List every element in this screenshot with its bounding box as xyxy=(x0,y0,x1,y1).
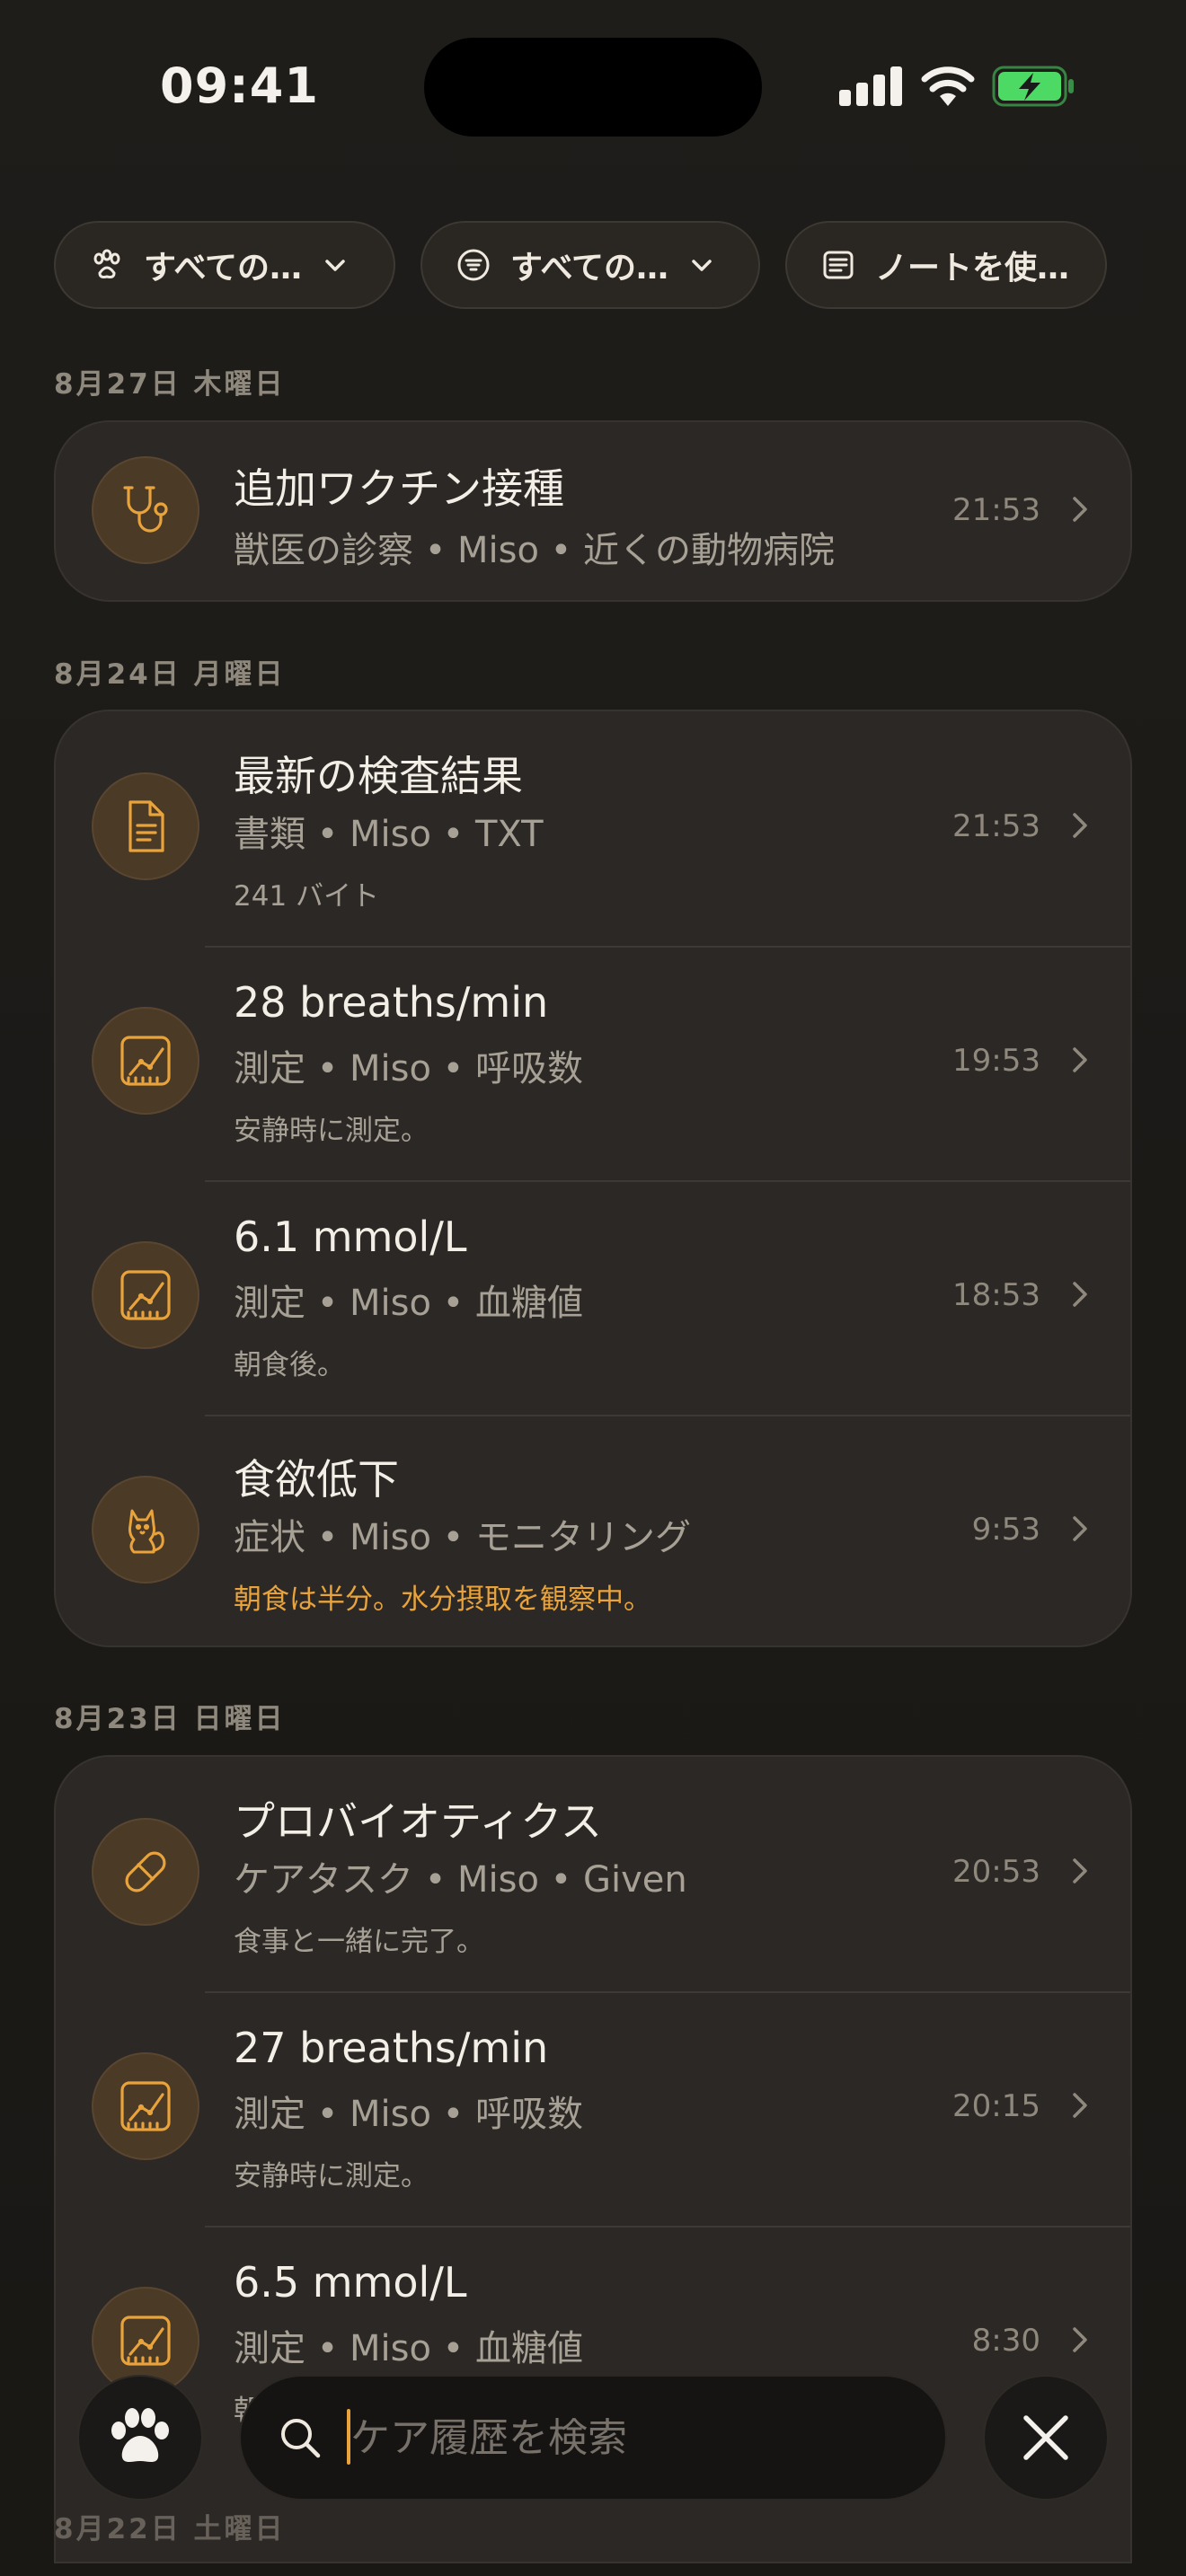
entry-title: プロバイオティクス xyxy=(234,1797,602,1846)
entry-note: 朝食は半分。水分摂取を観察中。 xyxy=(234,1584,651,1616)
chart-icon xyxy=(92,1241,199,1349)
chevron-right-icon xyxy=(1073,2093,1087,2118)
chevron-right-icon xyxy=(1073,1516,1087,1541)
list-item[interactable]: 食欲低下 症状 • Miso • モニタリング 朝食は半分。水分摂取を観察中。 … xyxy=(56,1415,1130,1645)
search-icon xyxy=(281,2419,321,2458)
close-search-button[interactable] xyxy=(983,2375,1109,2501)
entry-time: 21:53 xyxy=(952,492,1040,528)
entry-subtitle: ケアタスク • Miso • Given xyxy=(234,1859,687,1901)
section-date: 8月22日 土曜日 xyxy=(54,2513,286,2545)
entry-subtitle: 測定 • Miso • 血糖値 xyxy=(234,1283,583,1324)
filter-chip-notes[interactable]: ノートを使… xyxy=(785,221,1107,309)
entry-title: 追加ワクチン接種 xyxy=(234,464,564,513)
cat-icon xyxy=(92,1476,199,1584)
entry-time: 8:30 xyxy=(971,2323,1040,2359)
entry-subtitle: 測定 • Miso • 呼吸数 xyxy=(234,1048,583,1090)
status-time: 09:41 xyxy=(160,57,319,114)
entry-title: 6.1 mmol/L xyxy=(234,1213,467,1261)
chart-icon xyxy=(92,1007,199,1115)
filter-chip-label: ノートを使… xyxy=(875,250,1070,287)
document-icon xyxy=(92,772,199,880)
cellular-signal-icon xyxy=(839,65,902,106)
row-divider xyxy=(205,946,1130,948)
chevron-right-icon xyxy=(1073,497,1087,522)
entry-note: 朝食後。 xyxy=(234,1349,345,1381)
section-date: 8月23日 日曜日 xyxy=(54,1703,286,1735)
search-input[interactable] xyxy=(349,2413,927,2462)
search-bar[interactable] xyxy=(239,2375,947,2501)
stethoscope-icon xyxy=(92,456,199,564)
close-icon xyxy=(1023,2415,1068,2460)
pill-icon xyxy=(92,1818,199,1926)
entry-title: 最新の検査結果 xyxy=(234,752,523,800)
chevron-down-icon xyxy=(325,260,345,271)
chevron-down-icon xyxy=(692,260,712,271)
status-bar: 09:41 xyxy=(0,0,1186,171)
entries-card: 追加ワクチン接種 獣医の診察 • Miso • 近くの動物病院 21:53 xyxy=(54,420,1132,602)
entry-time: 20:15 xyxy=(952,2088,1040,2124)
row-divider xyxy=(205,2226,1130,2228)
filter-icon xyxy=(456,248,491,282)
paw-icon xyxy=(90,248,124,282)
entry-subtitle: 症状 • Miso • モニタリング xyxy=(234,1517,691,1558)
section-date: 8月27日 木曜日 xyxy=(54,368,286,401)
entry-title: 27 breaths/min xyxy=(234,2024,549,2072)
dynamic-island xyxy=(424,38,762,137)
entry-note: 食事と一緒に完了。 xyxy=(234,1926,484,1958)
entry-time: 19:53 xyxy=(952,1043,1040,1079)
entry-subtitle: 測定 • Miso • 呼吸数 xyxy=(234,2094,583,2135)
entry-title: 6.5 mmol/L xyxy=(234,2258,467,2307)
row-divider xyxy=(205,1180,1130,1182)
entry-subtitle: 書類 • Miso • TXT xyxy=(234,814,544,855)
chevron-right-icon xyxy=(1073,813,1087,838)
entry-time: 18:53 xyxy=(952,1277,1040,1313)
list-item[interactable]: 追加ワクチン接種 獣医の診察 • Miso • 近くの動物病院 21:53 xyxy=(56,422,1130,600)
row-divider xyxy=(205,1415,1130,1416)
filter-chip-label: すべての… xyxy=(510,250,669,287)
entry-title: 食欲低下 xyxy=(234,1455,399,1504)
list-item[interactable]: 最新の検査結果 書類 • Miso • TXT 241 バイト 21:53 xyxy=(56,711,1130,946)
entry-note: 安静時に測定。 xyxy=(234,2160,429,2192)
pet-switcher-button[interactable] xyxy=(77,2375,203,2501)
section-date: 8月24日 月曜日 xyxy=(54,658,286,691)
text-cursor xyxy=(347,2409,350,2465)
chart-icon xyxy=(92,2052,199,2160)
battery-charging-icon xyxy=(992,66,1074,107)
list-item[interactable]: 27 breaths/min 測定 • Miso • 呼吸数 安静時に測定。 2… xyxy=(56,1991,1130,2226)
filter-chip-pets[interactable]: すべての… xyxy=(54,221,395,309)
row-divider xyxy=(205,1991,1130,1993)
entry-note: 241 バイト xyxy=(234,880,380,913)
entry-title: 28 breaths/min xyxy=(234,978,549,1027)
paw-icon xyxy=(111,2408,169,2462)
note-icon xyxy=(821,248,855,282)
list-item[interactable]: プロバイオティクス ケアタスク • Miso • Given 食事と一緒に完了。… xyxy=(56,1757,1130,1991)
list-item[interactable]: 6.1 mmol/L 測定 • Miso • 血糖値 朝食後。 18:53 xyxy=(56,1180,1130,1415)
entry-time: 20:53 xyxy=(952,1854,1040,1890)
filter-chip-type[interactable]: すべての… xyxy=(420,221,760,309)
filter-chip-label: すべての… xyxy=(144,250,303,287)
chevron-right-icon xyxy=(1073,1282,1087,1307)
list-item[interactable]: 28 breaths/min 測定 • Miso • 呼吸数 安静時に測定。 1… xyxy=(56,946,1130,1180)
chevron-right-icon xyxy=(1073,2327,1087,2352)
entry-time: 9:53 xyxy=(971,1512,1040,1548)
entry-time: 21:53 xyxy=(952,808,1040,844)
entries-card: 最新の検査結果 書類 • Miso • TXT 241 バイト 21:53 28… xyxy=(54,710,1132,1647)
entry-subtitle: 測定 • Miso • 血糖値 xyxy=(234,2328,583,2369)
chevron-right-icon xyxy=(1073,1047,1087,1072)
entry-note: 安静時に測定。 xyxy=(234,1115,429,1147)
wifi-icon xyxy=(921,66,975,106)
chevron-right-icon xyxy=(1073,1858,1087,1883)
entry-subtitle: 獣医の診察 • Miso • 近くの動物病院 xyxy=(234,530,835,571)
